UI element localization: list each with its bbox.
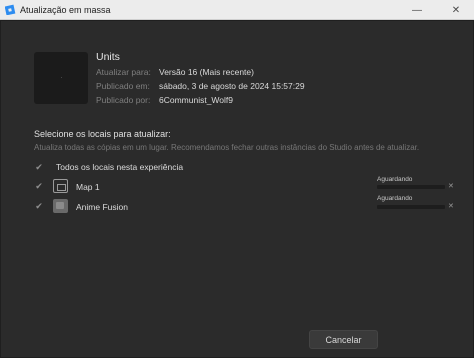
place-name: Units (96, 51, 120, 63)
status-map-1: Aguardando (377, 176, 413, 183)
published-at-label: Publicado em: (96, 81, 150, 91)
published-by-value: 6Communist_Wolf9 (159, 95, 234, 105)
published-at-value: sábado, 3 de agosto de 2024 15:57:29 (159, 81, 305, 91)
all-places-checkbox[interactable]: ✔ (34, 162, 44, 172)
map-1-checkbox[interactable]: ✔ (34, 181, 44, 191)
window-title: Atualização em massa (20, 5, 111, 15)
roblox-studio-logo-icon (5, 4, 16, 15)
minimize-button[interactable]: — (404, 0, 430, 20)
all-places-label: Todos os locais nesta experiência (56, 162, 184, 172)
remove-anime-fusion-button[interactable]: ✕ (448, 202, 454, 210)
close-button[interactable]: ✕ (443, 0, 469, 20)
remove-map-1-button[interactable]: ✕ (448, 182, 454, 190)
select-places-heading: Selecione os locais para atualizar: (34, 129, 171, 139)
update-to-value: Versão 16 (Mais recente) (159, 67, 254, 77)
place-thumbnail (34, 52, 88, 104)
place-thumbnail-icon (53, 199, 68, 213)
status-anime-fusion: Aguardando (377, 195, 413, 202)
cancel-button[interactable]: Cancelar (309, 330, 378, 349)
place-label-map-1: Map 1 (76, 182, 100, 192)
anime-fusion-checkbox[interactable]: ✔ (34, 201, 44, 211)
published-by-label: Publicado por: (96, 95, 151, 105)
select-places-description: Atualiza todas as cópias em um lugar. Re… (34, 143, 420, 152)
progress-bar-map-1 (377, 185, 445, 189)
place-label-anime-fusion: Anime Fusion (76, 202, 128, 212)
thumbnail-placeholder-icon (61, 77, 62, 78)
update-to-label: Atualizar para: (96, 67, 151, 77)
title-bar: Atualização em massa — ✕ (0, 0, 474, 20)
progress-bar-anime-fusion (377, 205, 445, 209)
map-icon (53, 179, 68, 193)
